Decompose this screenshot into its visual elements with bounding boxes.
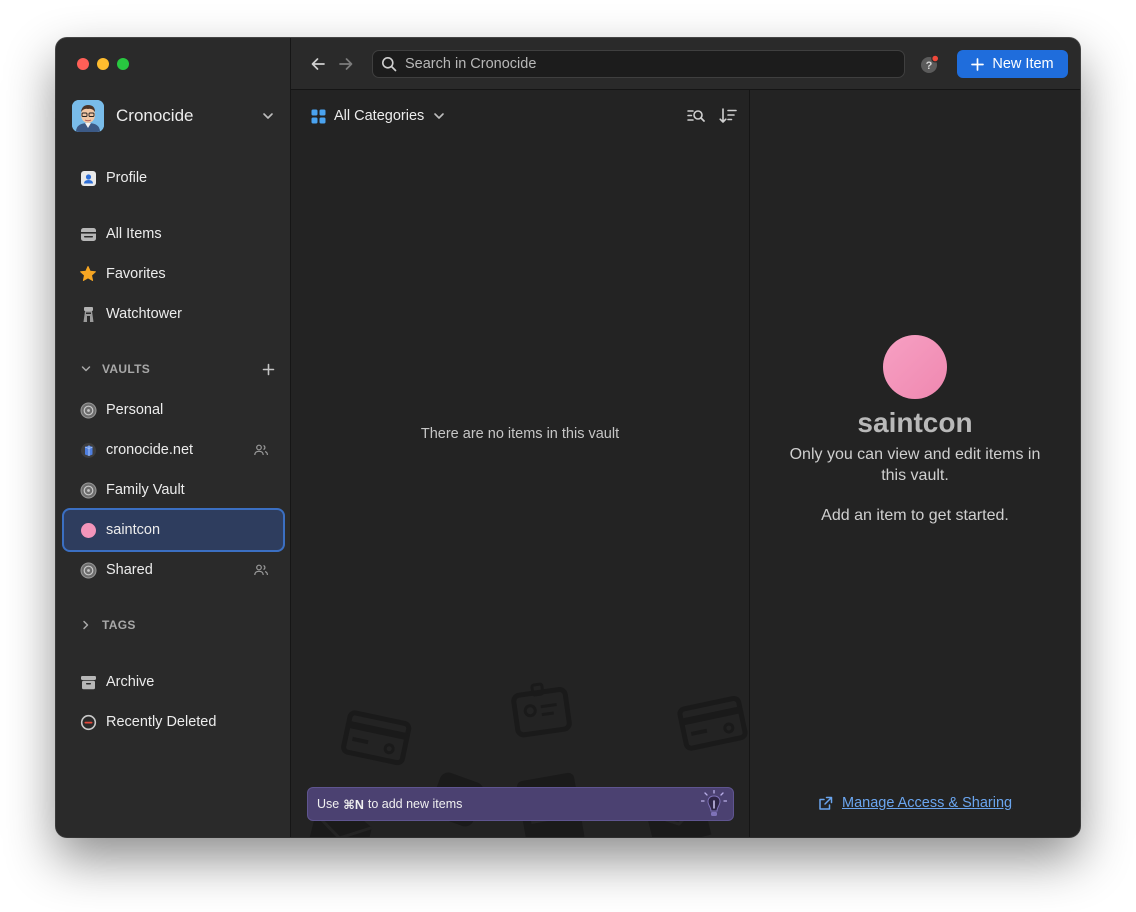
empty-list-message: There are no items in this vault xyxy=(420,426,620,442)
minimize-window-button[interactable] xyxy=(97,58,109,70)
archive-box-icon xyxy=(79,673,97,691)
sidebar-item-label: Archive xyxy=(106,674,155,690)
sidebar-vault-cronocide-net[interactable]: cronocide.net xyxy=(64,432,283,468)
item-list-pane: All Categories There are no items in thi… xyxy=(291,90,750,837)
toolbar: ? New Item xyxy=(291,38,1080,90)
vault-icon xyxy=(79,441,97,459)
new-item-shortcut-hint: Use ⌘N to add new items xyxy=(307,787,734,821)
categories-grid-icon xyxy=(311,109,326,123)
vault-color-avatar xyxy=(883,335,947,399)
filter-search-icon[interactable] xyxy=(687,107,705,125)
hint-prefix: Use xyxy=(317,797,340,811)
search-input[interactable] xyxy=(405,56,885,72)
account-switcher[interactable]: Cronocide xyxy=(72,100,275,132)
app-window: Cronocide Profile All Items Favorites Wa… xyxy=(56,38,1080,837)
vaults-section-header[interactable]: VAULTS xyxy=(80,359,275,379)
chevron-down-icon xyxy=(263,113,273,119)
window-controls xyxy=(77,58,129,70)
avatar xyxy=(72,100,104,132)
new-item-label: New Item xyxy=(992,56,1054,72)
plus-icon xyxy=(971,57,985,71)
external-link-icon xyxy=(819,796,833,810)
sidebar-item-label: Profile xyxy=(106,170,148,186)
sidebar-vault-shared[interactable]: Shared xyxy=(64,552,283,588)
manage-access-link[interactable]: Manage Access & Sharing xyxy=(842,795,1012,811)
category-filter-dropdown[interactable]: All Categories xyxy=(311,107,446,125)
manage-access-link-row[interactable]: Manage Access & Sharing xyxy=(818,795,1012,811)
sidebar-item-recently-deleted[interactable]: Recently Deleted xyxy=(64,704,283,740)
sidebar-item-favorites[interactable]: Favorites xyxy=(64,256,283,292)
vault-color-dot-icon xyxy=(79,521,97,539)
watchtower-icon xyxy=(79,305,97,323)
sidebar-item-profile[interactable]: Profile xyxy=(64,160,283,196)
zoom-window-button[interactable] xyxy=(117,58,129,70)
sidebar-item-label: All Items xyxy=(106,226,162,242)
sidebar-item-label: Family Vault xyxy=(106,482,185,498)
lightbulb-icon xyxy=(701,790,727,816)
section-label: TAGS xyxy=(102,618,136,632)
tags-section-header[interactable]: TAGS xyxy=(80,615,275,635)
hint-shortcut: ⌘N xyxy=(343,797,364,812)
chevron-right-icon xyxy=(83,620,89,630)
vault-detail-pane: saintcon Only you can view and edit item… xyxy=(750,90,1080,837)
sidebar-item-label: Watchtower xyxy=(106,306,183,322)
sidebar-item-all-items[interactable]: All Items xyxy=(64,216,283,252)
sidebar-vault-saintcon[interactable]: saintcon xyxy=(62,508,285,552)
section-label: VAULTS xyxy=(102,362,151,376)
sort-icon[interactable] xyxy=(719,107,737,125)
chevron-down-icon xyxy=(81,366,91,372)
star-icon xyxy=(79,265,97,283)
search-bar[interactable] xyxy=(372,50,905,78)
close-window-button[interactable] xyxy=(77,58,89,70)
svg-text:?: ? xyxy=(926,60,933,72)
recently-deleted-icon xyxy=(79,713,97,731)
help-notification-icon[interactable]: ? xyxy=(920,54,940,74)
add-item-prompt: Add an item to get started. xyxy=(821,507,1009,524)
sidebar-item-label: Shared xyxy=(106,562,153,578)
vault-icon xyxy=(79,401,97,419)
sidebar-item-label: Recently Deleted xyxy=(106,714,217,730)
sidebar-vault-family-vault[interactable]: Family Vault xyxy=(64,472,283,508)
sidebar-item-watchtower[interactable]: Watchtower xyxy=(64,296,283,332)
vault-icon xyxy=(79,561,97,579)
sidebar-item-label: cronocide.net xyxy=(106,442,194,458)
vault-description: Only you can view and edit items in this… xyxy=(789,446,1041,484)
forward-arrow-icon[interactable] xyxy=(337,55,355,73)
search-icon xyxy=(382,57,397,72)
vault-title: saintcon xyxy=(857,407,973,438)
back-arrow-icon[interactable] xyxy=(309,55,327,73)
all-items-icon xyxy=(79,225,97,243)
sidebar-item-label: Favorites xyxy=(106,266,166,282)
profile-icon xyxy=(79,169,97,187)
category-filter-label: All Categories xyxy=(334,108,425,124)
sidebar-item-label: saintcon xyxy=(106,522,161,538)
add-vault-plus-icon[interactable] xyxy=(262,363,275,376)
sidebar: Cronocide Profile All Items Favorites Wa… xyxy=(56,38,291,837)
new-item-button[interactable]: New Item xyxy=(957,50,1068,78)
chevron-down-icon xyxy=(434,113,445,119)
sidebar-vault-personal[interactable]: Personal xyxy=(64,392,283,428)
sidebar-item-archive[interactable]: Archive xyxy=(64,664,283,700)
vault-icon xyxy=(79,481,97,499)
sidebar-item-label: Personal xyxy=(106,402,164,418)
shared-people-icon xyxy=(254,444,268,456)
hint-suffix: to add new items xyxy=(367,797,463,811)
shared-people-icon xyxy=(254,564,268,576)
account-name: Cronocide xyxy=(116,106,194,125)
